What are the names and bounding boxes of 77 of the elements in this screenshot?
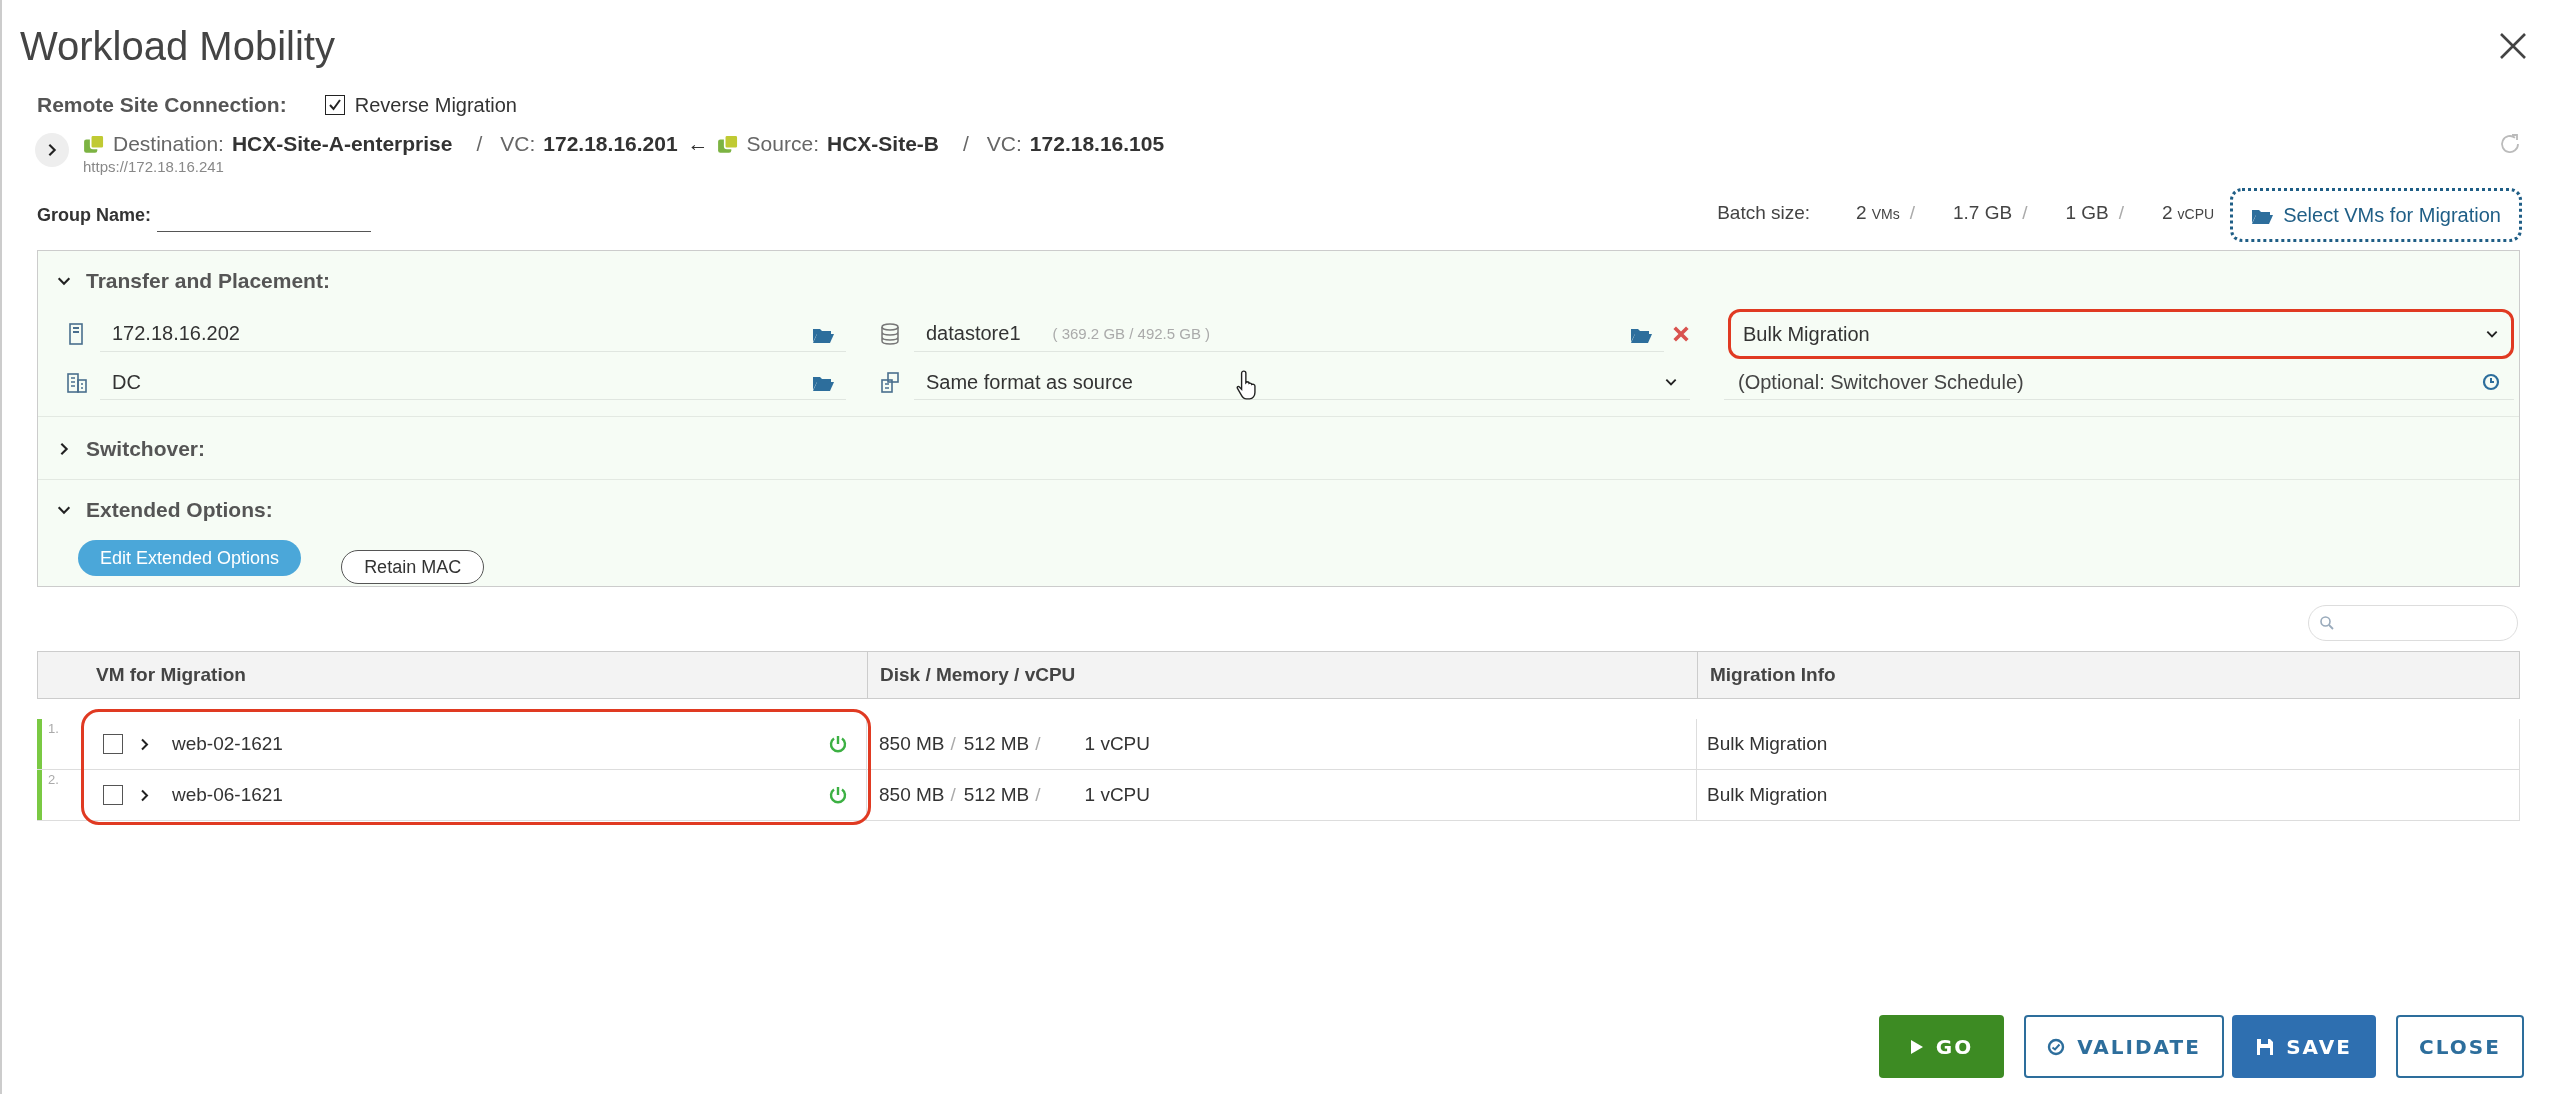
checkbox[interactable] [103,734,123,754]
batch-value: 2 [1856,202,1867,224]
separator: / [476,132,483,156]
site-name: HCX-Site-B [827,132,939,156]
row-number: 1. [48,721,59,736]
building-icon [66,371,88,394]
column-header: Disk / Memory / vCPU [868,652,1698,698]
input-field[interactable]: DC [100,365,846,400]
vc-label: VC: [986,132,1022,156]
checkbox-label: Reverse Migration [354,93,517,117]
separator: / [1035,733,1041,755]
clock-icon[interactable] [2482,373,2500,391]
site-url: https://172.18.16.241 [83,158,225,175]
separator: / [2118,202,2124,224]
row-number: 2. [48,772,59,787]
checkbox[interactable] [103,785,123,805]
table-cell: 850 MB [879,784,945,806]
migration-type-dropdown[interactable]: Bulk Migration [1728,309,2514,359]
copy-icon [880,371,902,394]
separator: / [950,733,956,755]
separator: / [950,784,956,806]
batch-label: Batch size: [1717,202,1811,224]
close-button[interactable]: CLOSE [2396,1015,2524,1078]
site-icon [716,134,739,154]
save-button[interactable]: SAVE [2232,1015,2376,1078]
site-label: Destination: [113,132,224,156]
go-button[interactable]: GO [1879,1015,2004,1078]
clear-icon[interactable] [1672,325,1690,343]
direction-arrow: ← [687,132,709,156]
capacity-text: ( 369.2 GB / 492.5 GB ) [1052,325,1211,342]
validate-button[interactable]: VALIDATE [2024,1015,2224,1078]
schedule-field[interactable]: (Optional: Switchover Schedule) [1736,369,2468,395]
separator: / [1035,784,1041,806]
play-icon [1909,1038,1924,1055]
check-circle-icon [2047,1037,2066,1056]
table-cell: Bulk Migration [1707,733,1828,755]
vc-address: 172.18.16.105 [1029,132,1165,156]
table-cell: 512 MB [963,784,1030,806]
column-header: Migration Info [1709,663,1837,687]
input-field[interactable]: 172.18.16.202 [100,316,846,352]
field-label: Group Name: [37,205,151,226]
batch-unit: vCPU [2177,206,2215,222]
window-title: Workload Mobility [20,23,335,69]
database-icon [880,323,902,345]
batch-unit: VMs [1871,206,1900,222]
check-icon [327,98,342,112]
separator: / [963,132,969,156]
vc-label: VC: [500,132,536,156]
table-cell: 850 MB [879,733,945,755]
checkbox[interactable] [324,95,345,115]
table-cell: 512 MB [963,733,1030,755]
search-icon [2319,615,2335,631]
batch-value: 1 GB [2065,202,2109,224]
floppy-icon [2256,1037,2275,1056]
section-header[interactable]: Transfer and Placement: [38,251,2519,305]
vm-name: web-02-1621 [172,733,283,755]
table-cell: Bulk Migration [1707,784,1828,806]
site-icon [83,134,105,154]
field-label: Remote Site Connection: [37,93,287,117]
table-cell: 1 vCPU [1084,733,1150,755]
select-vms-button[interactable]: Select VMs for Migration [2230,188,2522,242]
vc-address: 172.18.16.201 [543,132,678,156]
site-name: HCX-Site-A-enterprise [231,132,453,156]
batch-value: 1.7 GB [1952,202,2013,224]
section-header[interactable]: Extended Options: [38,480,2519,534]
vm-name: web-06-1621 [172,784,283,806]
site-label: Source: [746,132,819,156]
batch-value: 2 [2162,202,2173,224]
separator: / [1909,202,1915,224]
column-header: VM for Migration [38,652,868,698]
retain-mac-button[interactable]: Retain MAC [341,550,485,584]
input-field[interactable]: datastore1 ( 369.2 GB / 492.5 GB ) [914,316,1664,352]
section-header[interactable]: Switchover: [38,417,2519,479]
close-icon[interactable] [2498,31,2528,61]
expand-button[interactable] [35,133,69,167]
table-cell: 1 vCPU [1084,784,1150,806]
separator: / [2022,202,2028,224]
